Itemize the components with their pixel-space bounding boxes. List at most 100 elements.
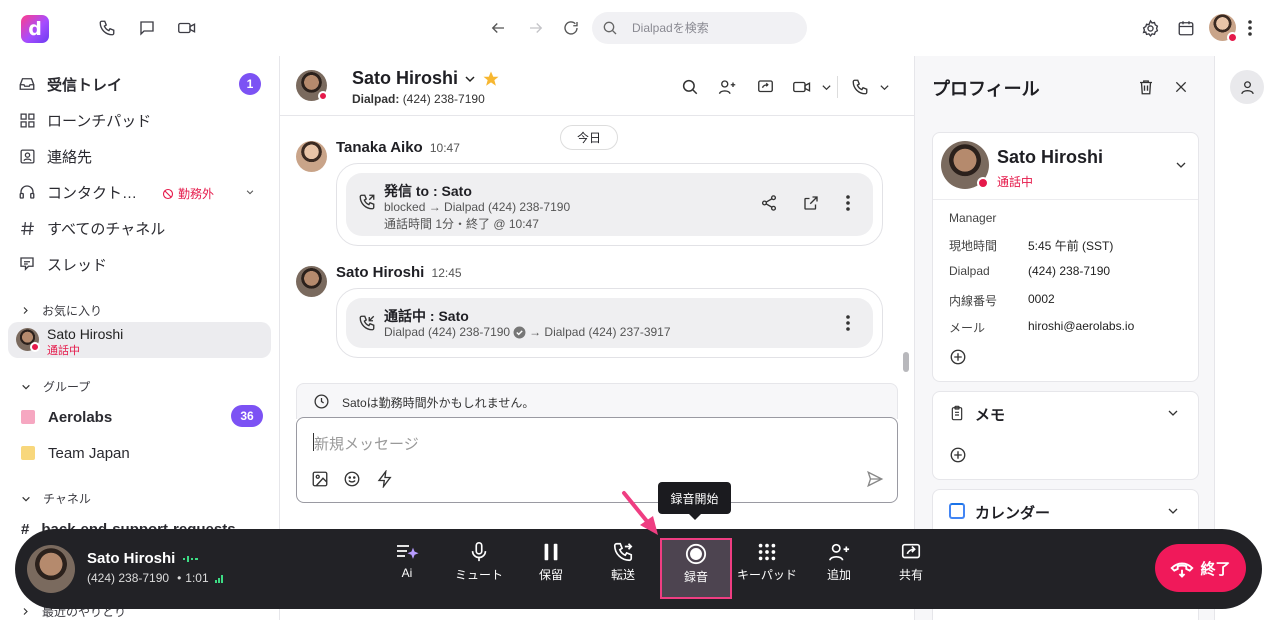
favorite-user-status: 通話中 <box>47 345 80 357</box>
sender-avatar[interactable] <box>296 266 327 297</box>
chevron-down-icon <box>21 494 31 504</box>
chat-scrollbar[interactable] <box>903 352 909 372</box>
more-vertical-icon[interactable] <box>846 315 850 331</box>
more-vertical-icon[interactable] <box>846 195 850 211</box>
phone-icon[interactable] <box>93 14 121 42</box>
refresh-icon[interactable] <box>557 14 585 42</box>
headset-icon <box>17 182 37 202</box>
hash-icon <box>17 218 37 238</box>
share-screen-button[interactable]: 共有 <box>879 541 943 597</box>
sidebar-item-threads[interactable]: スレッド <box>17 250 107 278</box>
contact-name[interactable]: Sato Hiroshi <box>352 68 500 89</box>
share-icon[interactable] <box>760 194 778 212</box>
search-icon[interactable] <box>676 73 704 101</box>
chevron-down-icon[interactable] <box>1175 159 1187 171</box>
screen-share-icon[interactable] <box>751 73 779 101</box>
off-hours-notice: Satoは勤務時間外かもしれません。 <box>296 383 898 419</box>
field-value[interactable]: hiroshi@aerolabs.io <box>1028 319 1134 333</box>
add-field-plus-icon[interactable] <box>949 348 967 366</box>
thread-icon <box>17 254 37 274</box>
video-icon[interactable] <box>173 14 201 42</box>
call-title: 発信 to : Sato <box>384 183 472 199</box>
call-options-chevron-icon[interactable] <box>876 73 892 101</box>
back-arrow-icon[interactable] <box>484 14 512 42</box>
screen-share-icon <box>899 541 923 566</box>
off-duty-status: 勤務外 <box>162 185 214 202</box>
search-bar[interactable] <box>592 12 807 44</box>
clock-icon <box>313 393 330 410</box>
date-pill: 今日 <box>560 125 618 150</box>
favorites-section-header[interactable]: お気に入り <box>21 302 102 319</box>
profile-status: 通話中 <box>997 175 1034 189</box>
add-person-icon <box>827 541 851 566</box>
emoji-icon[interactable] <box>343 470 361 488</box>
record-button[interactable]: 録音 <box>660 538 732 599</box>
profile-card: Sato Hiroshi 通話中 Manager 現地時間 5:45 午前 (S… <box>932 132 1199 382</box>
hold-button[interactable]: 保留 <box>519 541 583 597</box>
end-call-button[interactable]: 終了 <box>1155 544 1246 592</box>
contacts-icon <box>17 146 37 166</box>
call-duration: 1:01 <box>185 571 209 585</box>
composer-placeholder[interactable]: 新規メッセージ <box>314 433 419 454</box>
outgoing-call-icon <box>358 193 376 211</box>
active-call-card[interactable]: 通話中 : Sato Dialpad (424) 238-7190 → Dial… <box>336 288 883 358</box>
sidebar-group-aerolabs[interactable]: Aerolabs <box>21 403 112 431</box>
inbox-icon <box>17 74 37 94</box>
lightning-icon[interactable] <box>376 470 394 488</box>
dialpad-logo[interactable]: d <box>21 15 49 43</box>
channels-section-header[interactable]: チャネル <box>21 490 91 507</box>
profile-title: プロフィール <box>932 79 1040 99</box>
video-options-chevron-icon[interactable] <box>818 73 834 101</box>
sidebar-item-all-channels[interactable]: すべてのチャネル <box>17 214 165 242</box>
keypad-button[interactable]: キーパッド <box>735 541 799 597</box>
sidebar-item-inbox[interactable]: 受信トレイ <box>17 70 122 98</box>
pointer-arrow-icon <box>620 489 662 539</box>
person-icon <box>1239 79 1256 96</box>
send-icon[interactable] <box>866 470 884 488</box>
chevron-down-icon[interactable] <box>245 187 255 197</box>
chevron-down-icon <box>21 382 31 392</box>
image-icon[interactable] <box>311 470 329 488</box>
caller-name: Sato Hiroshi <box>87 550 199 567</box>
open-external-icon[interactable] <box>802 194 820 212</box>
calendar-icon[interactable] <box>1172 14 1200 42</box>
sidebar-item-launchpad[interactable]: ローンチパッド <box>17 106 151 134</box>
add-participant-button[interactable]: 追加 <box>807 541 871 597</box>
signal-strength-icon <box>214 574 224 583</box>
group-color-swatch <box>21 410 35 424</box>
call-route: Dialpad (424) 238-7190 → Dialpad (424) 2… <box>384 325 671 339</box>
search-input[interactable] <box>632 21 772 35</box>
transfer-button[interactable]: 転送 <box>591 541 655 597</box>
memo-card: メモ <box>932 391 1199 480</box>
sender-avatar[interactable] <box>296 141 327 172</box>
profile-toggle-button[interactable] <box>1230 70 1264 104</box>
field-value[interactable]: (424) 238-7190 <box>1028 264 1110 278</box>
favorite-star-icon[interactable] <box>482 70 500 88</box>
add-person-icon[interactable] <box>713 73 741 101</box>
groups-section-header[interactable]: グループ <box>21 378 90 395</box>
chevron-down-icon[interactable] <box>1167 505 1179 517</box>
message-composer[interactable]: 新規メッセージ <box>296 417 898 503</box>
more-vertical-icon[interactable] <box>1240 14 1260 42</box>
sidebar-group-team-japan[interactable]: Team Japan <box>21 439 130 467</box>
calendar-title: カレンダー <box>975 505 1051 522</box>
chat-icon[interactable] <box>133 14 161 42</box>
chevron-down-icon[interactable] <box>1167 407 1179 419</box>
sidebar-favorite-user[interactable]: Sato Hiroshi 通話中 <box>8 322 271 358</box>
sidebar-item-contact-center[interactable]: コンタクト… <box>17 178 137 206</box>
video-call-icon[interactable] <box>788 73 816 101</box>
record-icon <box>685 543 707 568</box>
forward-arrow-icon[interactable] <box>522 14 550 42</box>
sidebar-item-contacts[interactable]: 連絡先 <box>17 142 92 170</box>
mute-button[interactable]: ミュート <box>447 541 511 597</box>
record-tooltip: 録音開始 <box>658 482 731 520</box>
close-icon[interactable] <box>1173 79 1189 95</box>
inbox-count-badge: 1 <box>239 73 261 95</box>
settings-gear-icon[interactable] <box>1136 14 1164 42</box>
add-memo-plus-icon[interactable] <box>949 446 967 464</box>
call-log-card[interactable]: 発信 to : Sato blocked → Dialpad (424) 238… <box>336 163 883 246</box>
ai-button[interactable]: Ai <box>375 541 439 597</box>
phone-call-icon[interactable] <box>846 73 874 101</box>
trash-icon[interactable] <box>1137 78 1155 96</box>
field-label: Dialpad <box>949 264 990 278</box>
